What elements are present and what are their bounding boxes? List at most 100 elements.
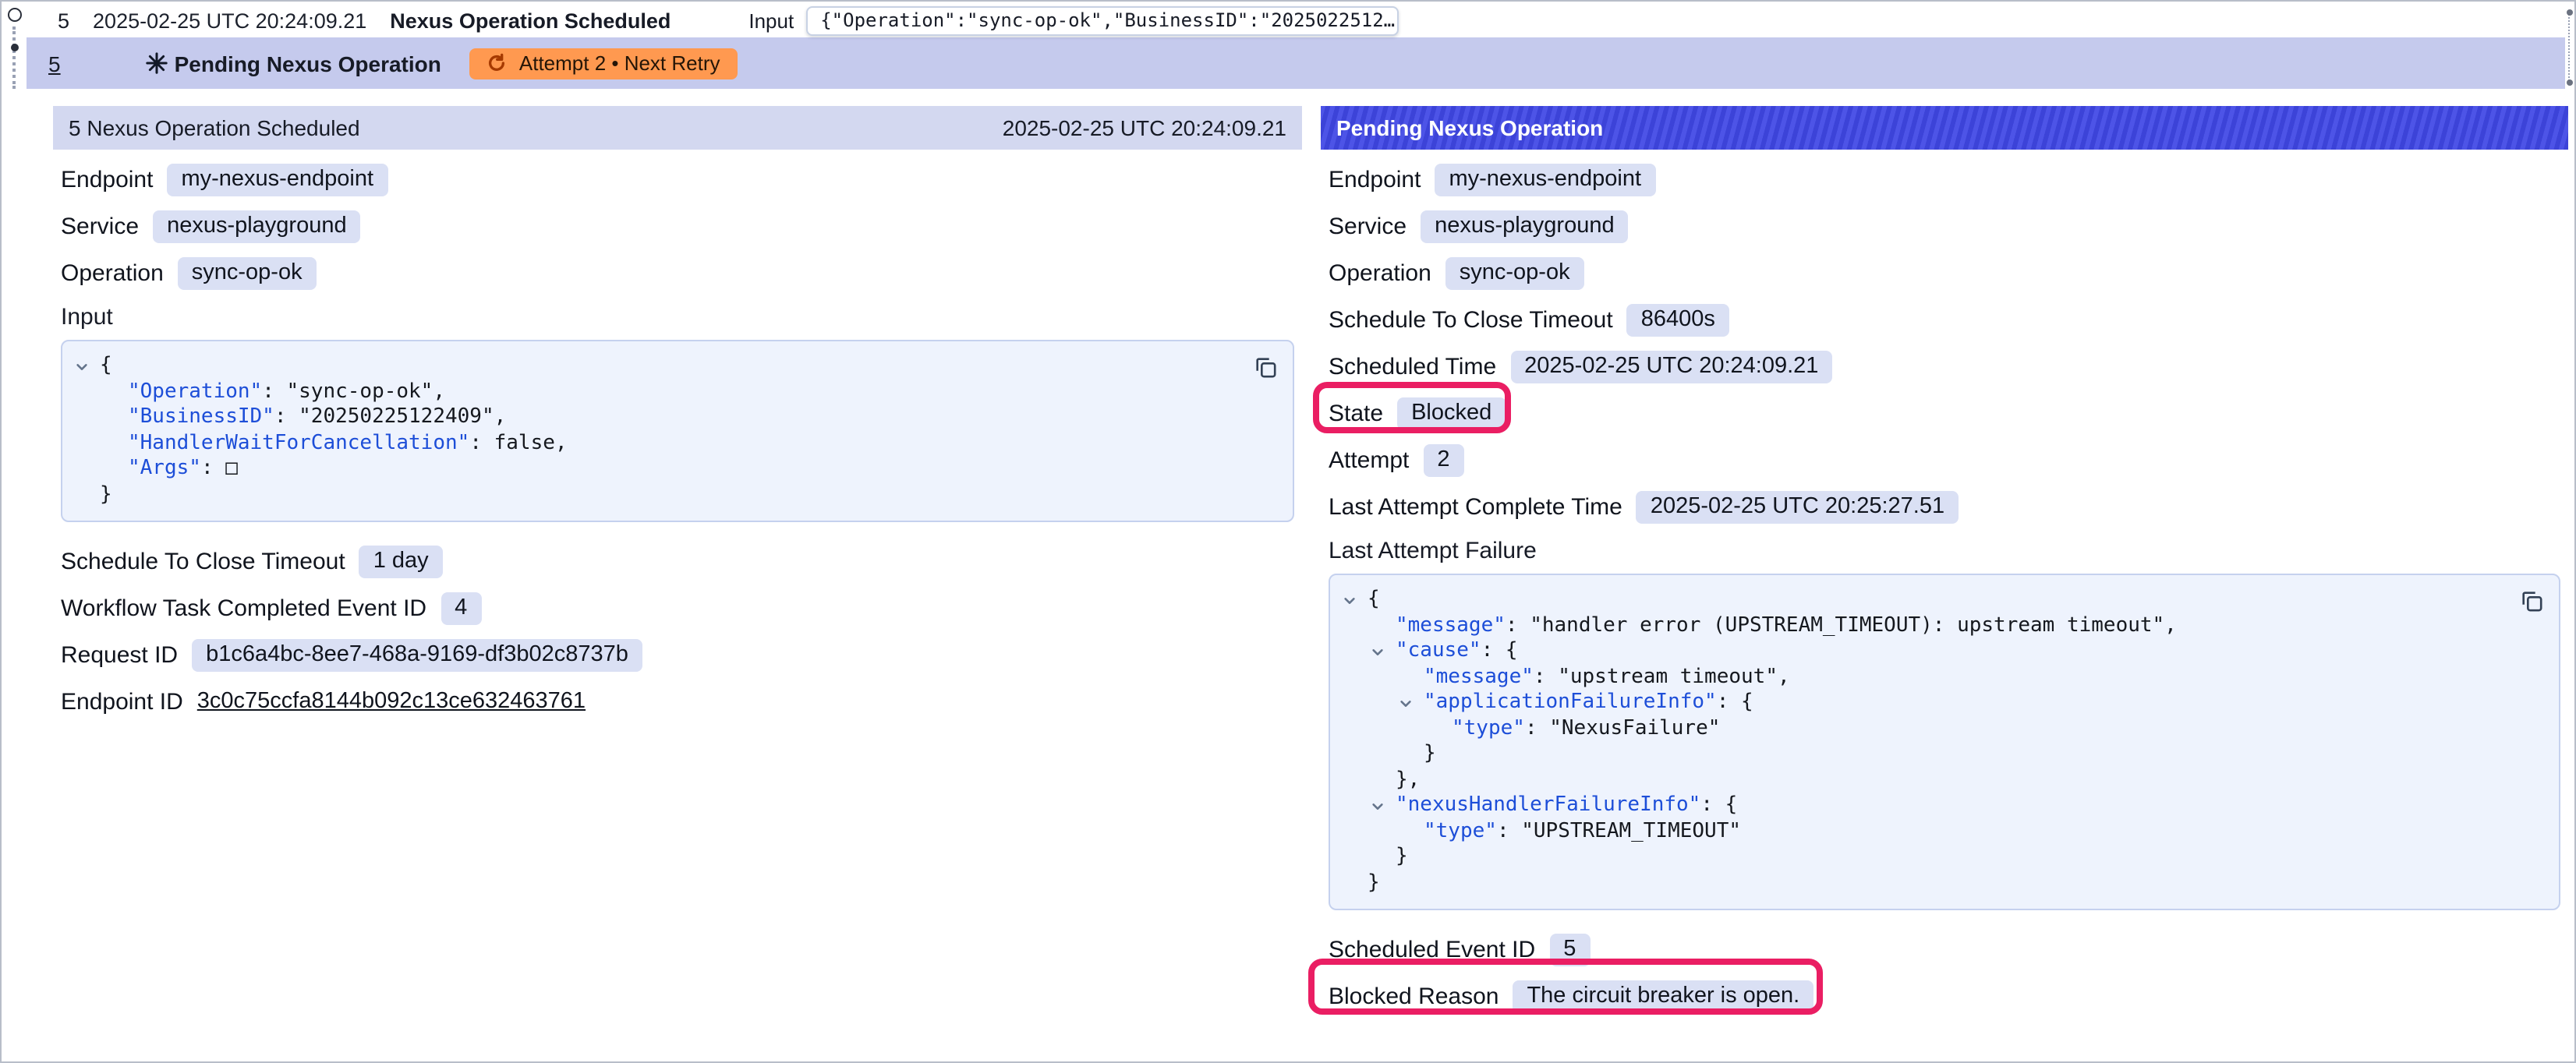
field-value-badge: 5 <box>1549 933 1590 966</box>
json-line: "BusinessID": "20250225122409", <box>75 405 1240 431</box>
field-label: Request ID <box>61 641 178 668</box>
field-value-badge: 2025-02-25 UTC 20:25:27.51 <box>1637 490 1959 523</box>
json-key: "Args" <box>128 457 201 480</box>
pending-panel-title: Pending Nexus Operation <box>1336 115 1603 140</box>
collapse-chevron-icon[interactable] <box>1399 697 1413 711</box>
field-value-badge: nexus-playground <box>1421 210 1629 242</box>
timeline-dot-bottom-icon <box>2566 79 2572 86</box>
json-text: : "upstream timeout", <box>1534 665 1790 688</box>
json-text: : "handler error (UPSTREAM_TIMEOUT): ups… <box>1506 613 2177 637</box>
json-line: "type": "NexusFailure" <box>1343 716 2506 742</box>
field-endpoint-id: Endpoint ID 3c0c75ccfa8144b092c13ce63246… <box>61 678 1294 725</box>
json-line: "nexusHandlerFailureInfo": { <box>1343 793 2506 819</box>
pending-panel-header: Pending Nexus Operation <box>1321 106 2568 150</box>
input-preview-chip[interactable]: {"Operation":"sync-op-ok","BusinessID":"… <box>806 5 1399 35</box>
copy-button[interactable] <box>2520 589 2543 613</box>
input-section-label: Input <box>61 296 1294 337</box>
json-key: "type" <box>1452 716 1525 740</box>
json-text: : □ <box>201 457 238 480</box>
json-line: { <box>75 354 1240 380</box>
event-id-link[interactable]: 5 <box>48 51 61 76</box>
event-row-nexus-operation-scheduled[interactable]: 5 2025-02-25 UTC 20:24:09.21 Nexus Opera… <box>27 3 2565 37</box>
json-text: } <box>1368 871 1380 894</box>
timeline-dotted-line <box>12 26 16 89</box>
field-operation: Operation sync-op-ok <box>1329 249 2560 296</box>
field-value-badge: my-nexus-endpoint <box>167 163 387 196</box>
pending-operation-detail-panel: Pending Nexus Operation Endpoint my-nexu… <box>1321 106 2568 1019</box>
blocked-reason-badge: The circuit breaker is open. <box>1513 980 1813 1012</box>
pending-asterisk-icon <box>145 51 168 75</box>
json-key: "applicationFailureInfo" <box>1424 690 1717 714</box>
timeline-start-marker-icon <box>8 8 22 22</box>
field-schedule-to-close-timeout: Schedule To Close Timeout 86400s <box>1329 296 2560 343</box>
endpoint-id-link[interactable]: 3c0c75ccfa8144b092c13ce632463761 <box>197 689 586 714</box>
json-text: : { <box>1717 690 1753 714</box>
json-text: }, <box>1396 768 1420 791</box>
json-line: "cause": { <box>1343 639 2506 665</box>
retry-attempt-badge: Attempt 2 • Next Retry <box>469 48 738 79</box>
field-blocked-reason: Blocked Reason The circuit breaker is op… <box>1329 973 2560 1019</box>
field-label: Operation <box>61 260 164 286</box>
collapse-chevron-icon[interactable] <box>1371 645 1385 659</box>
scheduled-panel-title: 5 Nexus Operation Scheduled <box>69 115 360 140</box>
json-text: : "sync-op-ok", <box>262 380 445 403</box>
field-schedule-to-close-timeout: Schedule To Close Timeout 1 day <box>61 538 1294 584</box>
timeline-rail <box>6 6 25 94</box>
field-label: Schedule To Close Timeout <box>1329 306 1613 333</box>
timeline-dot-top-icon <box>2566 9 2572 16</box>
json-key: "message" <box>1424 665 1534 688</box>
field-value-badge: sync-op-ok <box>178 256 317 289</box>
scheduled-event-detail-panel: 5 Nexus Operation Scheduled 2025-02-25 U… <box>53 106 1302 725</box>
field-value-badge: sync-op-ok <box>1445 256 1584 289</box>
field-label: Scheduled Event ID <box>1329 936 1535 962</box>
json-line: "Operation": "sync-op-ok", <box>75 380 1240 405</box>
field-workflow-task-completed-event-id: Workflow Task Completed Event ID 4 <box>61 584 1294 631</box>
field-label: Blocked Reason <box>1329 983 1499 1009</box>
copy-button[interactable] <box>1254 355 1277 379</box>
field-label: State <box>1329 400 1383 426</box>
field-label: Endpoint <box>61 166 153 192</box>
collapse-chevron-icon[interactable] <box>75 360 89 374</box>
json-line: "applicationFailureInfo": { <box>1343 690 2506 716</box>
field-scheduled-time: Scheduled Time 2025-02-25 UTC 20:24:09.2… <box>1329 343 2560 390</box>
field-label: Service <box>61 213 139 239</box>
field-endpoint: Endpoint my-nexus-endpoint <box>61 156 1294 203</box>
json-text: : { <box>1481 639 1518 662</box>
event-history-rows: 5 2025-02-25 UTC 20:24:09.21 Nexus Opera… <box>27 3 2565 89</box>
json-line: "HandlerWaitForCancellation": false, <box>75 431 1240 457</box>
timeline-dotted-line-right <box>2568 14 2570 81</box>
json-line: } <box>1343 845 2506 871</box>
event-row-pending-nexus-operation[interactable]: 5 Pending Nexus Operation <box>27 37 2565 89</box>
collapse-chevron-icon[interactable] <box>1371 800 1385 814</box>
field-value-badge: my-nexus-endpoint <box>1435 163 1655 196</box>
retry-badge-label: Attempt 2 • Next Retry <box>519 51 720 75</box>
scheduled-panel-body: Endpoint my-nexus-endpoint Service nexus… <box>53 150 1302 725</box>
json-line: "Args": □ <box>75 457 1240 482</box>
field-service: Service nexus-playground <box>1329 203 2560 249</box>
json-text: : { <box>1700 793 1737 817</box>
field-value-badge: 2 <box>1423 443 1463 476</box>
event-id-link[interactable]: 5 <box>58 9 69 32</box>
last-attempt-failure-label: Last Attempt Failure <box>1329 530 2560 570</box>
field-last-attempt-complete-time: Last Attempt Complete Time 2025-02-25 UT… <box>1329 483 2560 530</box>
workflow-event-history-view: 5 2025-02-25 UTC 20:24:09.21 Nexus Opera… <box>0 0 2576 1063</box>
timeline-rail-right <box>2565 9 2574 86</box>
json-key: "Operation" <box>128 380 262 403</box>
json-text: : false, <box>469 431 567 454</box>
json-text: : "20250225122409", <box>274 405 506 429</box>
state-badge: Blocked <box>1397 397 1506 429</box>
json-text: { <box>100 354 112 377</box>
collapse-chevron-icon[interactable] <box>1343 594 1357 608</box>
json-line: } <box>1343 742 2506 768</box>
field-state: State Blocked <box>1329 390 2560 436</box>
json-line: "message": "upstream timeout", <box>1343 665 2506 690</box>
field-label: Workflow Task Completed Event ID <box>61 595 426 621</box>
json-line: } <box>1343 871 2506 896</box>
json-text: : "NexusFailure" <box>1525 716 1720 740</box>
json-line: "type": "UPSTREAM_TIMEOUT" <box>1343 819 2506 845</box>
field-value-badge: 1 day <box>359 545 443 577</box>
failure-json-viewer: { "message": "handler error (UPSTREAM_TI… <box>1329 574 2560 910</box>
json-key: "cause" <box>1396 639 1481 662</box>
json-line: "message": "handler error (UPSTREAM_TIME… <box>1343 613 2506 639</box>
json-text: } <box>1396 845 1408 868</box>
